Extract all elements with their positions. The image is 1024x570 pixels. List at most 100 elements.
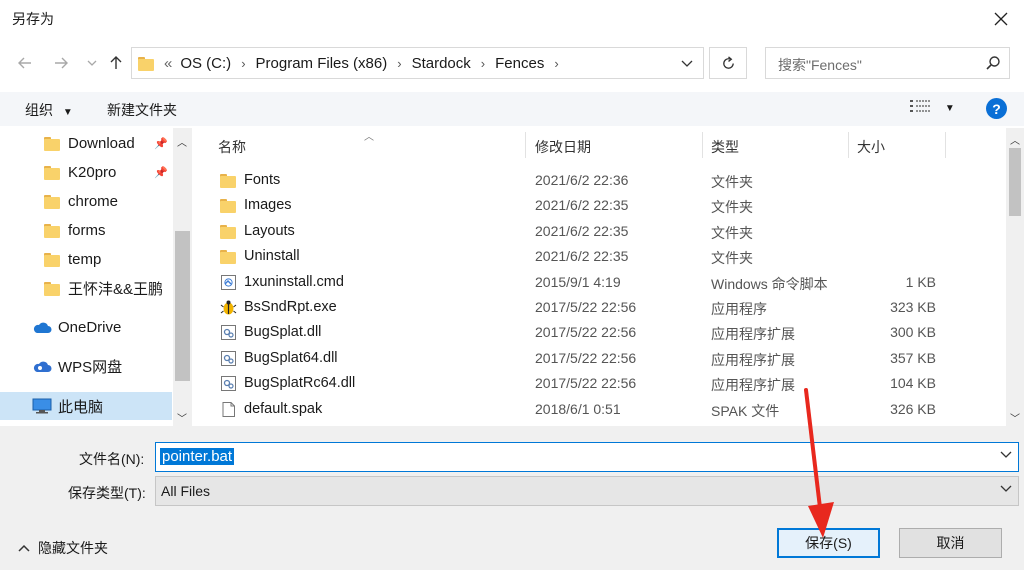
chevron-down-icon[interactable] xyxy=(681,59,693,69)
search-box[interactable]: 搜索"Fences" xyxy=(765,47,1010,79)
nav-item-label: WPS网盘 xyxy=(58,358,123,376)
file-date: 2021/6/2 22:35 xyxy=(535,222,629,239)
file-name: BugSplatRc64.dll xyxy=(244,375,356,392)
chevron-right-icon[interactable]: › xyxy=(481,56,485,71)
caret-down-icon: ▼ xyxy=(62,107,73,118)
file-row[interactable]: Images 2021/6/2 22:35 文件夹 xyxy=(212,193,992,218)
file-name: Fonts xyxy=(244,172,281,188)
pin-icon: 📌 xyxy=(154,166,168,179)
up-button[interactable] xyxy=(104,51,128,75)
file-date: 2017/5/22 22:56 xyxy=(535,324,637,341)
filetype-select[interactable]: All Files xyxy=(155,476,1019,506)
file-row[interactable]: Layouts 2021/6/2 22:35 文件夹 xyxy=(212,219,992,244)
organize-button[interactable]: 组织 ▼ xyxy=(25,100,73,120)
column-divider[interactable] xyxy=(702,132,703,158)
file-row[interactable]: Uninstall 2021/6/2 22:35 文件夹 xyxy=(212,244,992,269)
nav-item-wang[interactable]: 王怀沣&&王鹏 xyxy=(0,274,172,302)
dll-icon xyxy=(220,324,237,341)
file-date: 2021/6/2 22:35 xyxy=(535,248,629,265)
column-header-name[interactable]: 名称 xyxy=(218,137,246,157)
column-divider[interactable] xyxy=(525,132,526,158)
nav-item-this-pc[interactable]: 此电脑 xyxy=(0,392,172,420)
breadcrumb: « OS (C:) › Program Files (x86) › Stardo… xyxy=(164,48,569,78)
refresh-button[interactable] xyxy=(709,47,747,79)
forward-button[interactable] xyxy=(49,51,73,75)
nav-item-onedrive[interactable]: OneDrive xyxy=(0,313,172,341)
breadcrumb-item[interactable]: OS (C:) xyxy=(180,55,231,72)
file-name: Images xyxy=(244,197,292,214)
scrollbar-thumb[interactable] xyxy=(175,231,190,381)
breadcrumb-item[interactable]: Stardock xyxy=(412,55,471,72)
navigation-scrollbar[interactable]: ︿ ﹀ xyxy=(173,128,192,426)
wps-cloud-icon xyxy=(33,361,52,372)
column-header-date[interactable]: 修改日期 xyxy=(535,137,591,157)
column-divider[interactable] xyxy=(945,132,946,158)
file-type: 文件夹 xyxy=(711,199,753,216)
hide-folders-toggle[interactable]: 隐藏文件夹 xyxy=(18,538,108,558)
file-row[interactable]: BugSplat64.dll 2017/5/22 22:56 应用程序扩展 357 K… xyxy=(212,346,992,371)
file-type: 应用程序扩展 xyxy=(711,377,795,394)
file-type: 文件夹 xyxy=(711,224,753,241)
breadcrumb-item[interactable]: Fences xyxy=(495,55,544,72)
address-bar[interactable]: « OS (C:) › Program Files (x86) › Stardo… xyxy=(131,47,704,79)
view-options-button[interactable]: ▼ xyxy=(909,98,955,117)
file-row[interactable]: default.spak 2018/6/1 0:51 SPAK 文件 326 KB xyxy=(212,397,992,422)
file-date: 2017/5/22 22:56 xyxy=(535,375,637,392)
file-row[interactable]: BugSplatRc64.dll 2017/5/22 22:56 应用程序扩展 104… xyxy=(212,371,992,396)
help-button[interactable]: ? xyxy=(986,98,1007,119)
file-type: Windows 命令脚本 xyxy=(711,275,828,292)
file-date: 2017/5/22 22:56 xyxy=(535,299,637,315)
scrollbar-thumb[interactable] xyxy=(1009,148,1021,216)
file-row[interactable]: BsSndRpt.exe 2017/5/22 22:56 应用程序 323 KB xyxy=(212,295,992,320)
nav-item-download[interactable]: Download 📌 xyxy=(0,129,172,157)
file-type: SPAK 文件 xyxy=(711,402,780,419)
file-row[interactable]: 1xuninstall.cmd 2015/9/1 4:19 Windows 命令脚本… xyxy=(212,270,992,295)
chevron-right-icon[interactable]: › xyxy=(397,56,401,71)
close-icon xyxy=(994,12,1008,26)
file-name: Layouts xyxy=(244,222,295,239)
scroll-up-icon[interactable]: ︿ xyxy=(177,134,187,149)
file-type: 应用程序 xyxy=(711,301,767,317)
scroll-down-icon[interactable]: ﹀ xyxy=(1010,410,1020,425)
chevron-up-icon xyxy=(18,544,30,552)
chevron-right-icon[interactable]: › xyxy=(241,56,245,71)
column-divider[interactable] xyxy=(848,132,849,158)
recent-locations-button[interactable] xyxy=(80,51,104,75)
breadcrumb-overflow[interactable]: « xyxy=(164,55,172,72)
cancel-button[interactable]: 取消 xyxy=(899,528,1002,558)
chevron-right-icon[interactable]: › xyxy=(554,56,558,71)
script-icon xyxy=(220,274,237,291)
navigation-pane: Download 📌 K20pro 📌 chrome forms temp 王怀… xyxy=(0,128,192,426)
scroll-up-icon[interactable]: ︿ xyxy=(1010,132,1020,147)
nav-item-chrome[interactable]: chrome xyxy=(0,187,172,215)
chevron-down-icon[interactable] xyxy=(1000,450,1012,460)
search-input[interactable]: 搜索"Fences" xyxy=(778,55,862,75)
filetype-label: 保存类型(T): xyxy=(68,485,146,501)
new-folder-button[interactable]: 新建文件夹 xyxy=(107,100,177,120)
nav-item-wps[interactable]: WPS网盘 xyxy=(0,352,172,380)
nav-item-temp[interactable]: temp xyxy=(0,245,172,273)
column-header-size[interactable]: 大小 xyxy=(857,137,885,157)
file-type: 文件夹 xyxy=(711,174,753,190)
chevron-down-icon[interactable] xyxy=(1000,484,1012,494)
file-row[interactable]: Fonts 2021/6/2 22:36 文件夹 xyxy=(212,168,992,193)
search-icon xyxy=(986,56,1000,70)
pin-icon: 📌 xyxy=(154,137,168,150)
file-date: 2021/6/2 22:35 xyxy=(535,197,629,214)
close-button[interactable] xyxy=(984,2,1018,36)
nav-item-forms[interactable]: forms xyxy=(0,216,172,244)
file-name: BugSplat.dll xyxy=(244,324,322,341)
file-list-scrollbar[interactable]: ︿ ﹀ xyxy=(1006,128,1024,426)
breadcrumb-item[interactable]: Program Files (x86) xyxy=(256,55,388,72)
file-size: 323 KB xyxy=(890,299,936,315)
back-button[interactable] xyxy=(13,51,37,75)
file-row[interactable]: BugSplat.dll 2017/5/22 22:56 应用程序扩展 300 KB xyxy=(212,320,992,345)
nav-item-k20pro[interactable]: K20pro 📌 xyxy=(0,158,172,186)
file-size: 300 KB xyxy=(890,324,936,341)
column-header-type[interactable]: 类型 xyxy=(711,137,739,157)
scroll-down-icon[interactable]: ﹀ xyxy=(177,410,187,425)
dll-icon xyxy=(220,350,237,367)
folder-icon xyxy=(44,193,60,209)
filename-field[interactable]: pointer.bat xyxy=(155,442,1019,472)
filename-value[interactable]: pointer.bat xyxy=(160,448,235,465)
